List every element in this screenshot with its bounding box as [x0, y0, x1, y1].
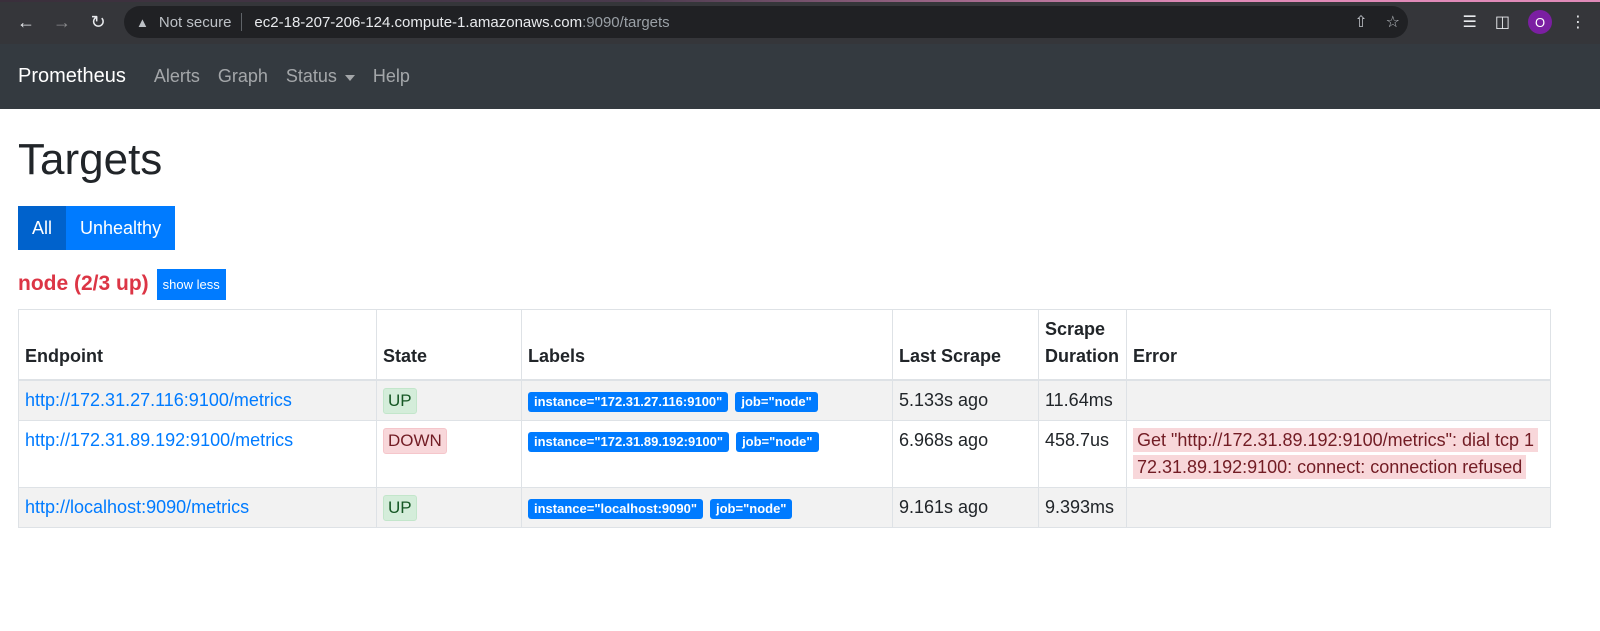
endpoint-cell: http://172.31.89.192:9100/metrics [18, 420, 377, 488]
tab-strip-edge [0, 0, 1600, 2]
url-host[interactable]: ec2-18-207-206-124.compute-1.amazonaws.c… [254, 14, 582, 31]
last-scrape-cell: 9.161s ago [892, 487, 1039, 528]
label-badge-job: job="node" [710, 499, 793, 519]
nav-alerts[interactable]: Alerts [154, 66, 200, 87]
last-scrape-cell: 6.968s ago [892, 420, 1039, 488]
error-cell [1126, 379, 1551, 421]
omnibox-actions: ⇧ ☆ [1354, 6, 1400, 38]
browser-actions: ☰ ◫ O ⋮ [1463, 0, 1600, 44]
main-content: Targets All Unhealthy node (2/3 up) show… [0, 131, 1600, 528]
profile-avatar[interactable]: O [1528, 10, 1552, 34]
omnibox-divider [241, 13, 243, 31]
label-badge-instance: instance="172.31.27.116:9100" [528, 392, 729, 412]
forward-arrow-icon[interactable]: → [44, 4, 80, 40]
label-badge-job: job="node" [736, 432, 819, 452]
error-message: Get "http://172.31.89.192:9100/metrics":… [1133, 428, 1539, 479]
address-bar[interactable]: ▲ Not secure ec2-18-207-206-124.compute-… [124, 6, 1408, 38]
endpoint-cell: http://localhost:9090/metrics [18, 487, 377, 528]
table-row: http://172.31.27.116:9100/metrics UP ins… [18, 379, 1551, 421]
browser-toolbar: ← → ↻ ▲ Not secure ec2-18-207-206-124.co… [0, 0, 1600, 44]
state-badge: UP [383, 388, 417, 414]
chevron-down-icon [344, 74, 355, 81]
last-scrape-cell: 5.133s ago [892, 379, 1039, 421]
label-badge-instance: instance="localhost:9090" [528, 499, 703, 519]
endpoint-cell: http://172.31.27.116:9100/metrics [18, 379, 377, 421]
column-header-last-scrape: Last Scrape [892, 309, 1039, 381]
nav-help[interactable]: Help [373, 66, 410, 87]
error-cell [1126, 487, 1551, 528]
label-badge-instance: instance="172.31.89.192:9100" [528, 432, 730, 452]
label-badge-job: job="node" [735, 392, 818, 412]
filter-all-button[interactable]: All [18, 206, 67, 250]
state-cell: UP [376, 379, 522, 421]
warning-triangle-icon[interactable]: ▲ [136, 15, 149, 30]
labels-cell: instance="172.31.89.192:9100" job="node" [521, 420, 893, 488]
back-arrow-icon[interactable]: ← [8, 4, 44, 40]
bookmark-star-icon[interactable]: ☆ [1386, 12, 1400, 32]
table-header-row: Endpoint State Labels Last Scrape Scrape… [18, 309, 1551, 381]
reload-icon[interactable]: ↻ [80, 4, 116, 40]
url-path[interactable]: :9090/targets [582, 14, 670, 31]
labels-cell: instance="localhost:9090" job="node" [521, 487, 893, 528]
scrape-duration-cell: 11.64ms [1038, 379, 1127, 421]
share-icon[interactable]: ⇧ [1354, 12, 1367, 32]
target-filter-group: All Unhealthy [18, 206, 1582, 250]
labels-cell: instance="172.31.27.116:9100" job="node" [521, 379, 893, 421]
job-group-title[interactable]: node (2/3 up) [18, 272, 149, 296]
state-cell: UP [376, 487, 522, 528]
job-group-header: node (2/3 up) show less [18, 268, 1582, 300]
page-title: Targets [18, 135, 163, 184]
side-panel-icon[interactable]: ◫ [1495, 12, 1510, 32]
column-header-scrape-duration: Scrape Duration [1038, 309, 1127, 381]
table-row: http://172.31.89.192:9100/metrics DOWN i… [18, 420, 1551, 488]
nav-status-dropdown[interactable]: Status [286, 66, 355, 87]
targets-table: Endpoint State Labels Last Scrape Scrape… [18, 309, 1551, 528]
table-row: http://localhost:9090/metrics UP instanc… [18, 487, 1551, 528]
scrape-duration-cell: 458.7us [1038, 420, 1127, 488]
brand-logo-text[interactable]: Prometheus [18, 65, 126, 88]
column-header-labels: Labels [521, 309, 893, 381]
error-cell: Get "http://172.31.89.192:9100/metrics":… [1126, 420, 1551, 488]
security-status-label[interactable]: Not secure [159, 14, 232, 31]
reading-list-icon[interactable]: ☰ [1463, 12, 1477, 32]
state-cell: DOWN [376, 420, 522, 488]
column-header-endpoint: Endpoint [18, 309, 377, 381]
column-header-error: Error [1126, 309, 1551, 381]
state-badge: UP [383, 495, 417, 521]
more-menu-icon[interactable]: ⋮ [1570, 12, 1586, 32]
filter-unhealthy-button[interactable]: Unhealthy [66, 206, 176, 250]
top-navbar: Prometheus Alerts Graph Status Help [0, 44, 1600, 109]
endpoint-link[interactable]: http://172.31.89.192:9100/metrics [25, 430, 293, 450]
column-header-state: State [376, 309, 522, 381]
endpoint-link[interactable]: http://172.31.27.116:9100/metrics [25, 390, 292, 410]
show-less-button[interactable]: show less [156, 268, 226, 300]
endpoint-link[interactable]: http://localhost:9090/metrics [25, 497, 249, 517]
nav-status-label: Status [285, 66, 337, 86]
nav-graph[interactable]: Graph [218, 66, 268, 87]
state-badge: DOWN [383, 428, 447, 454]
scrape-duration-cell: 9.393ms [1038, 487, 1127, 528]
